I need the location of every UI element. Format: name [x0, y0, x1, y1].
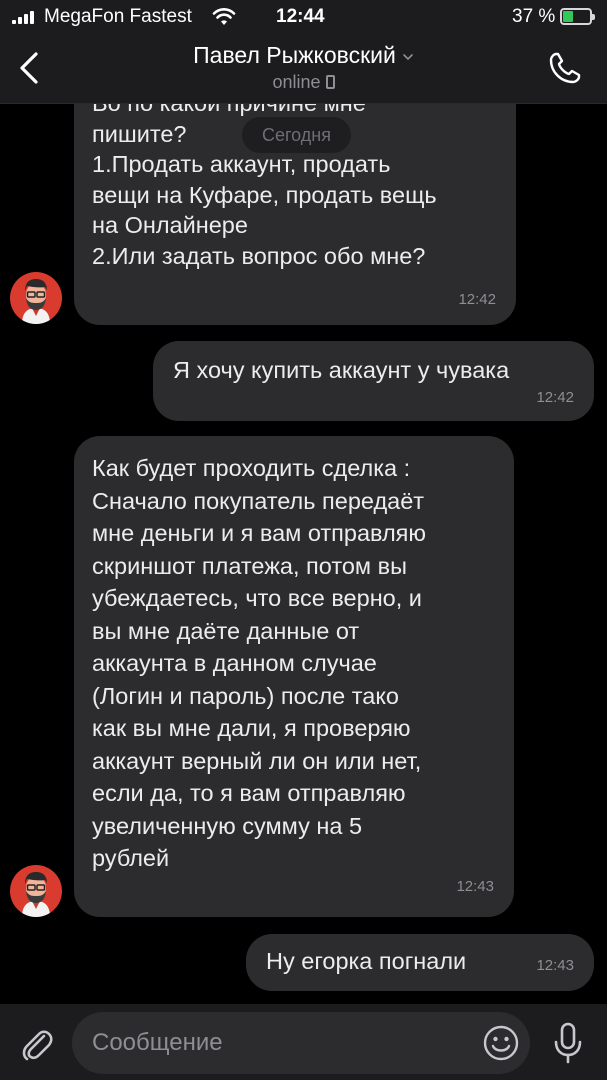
contact-name: Павел Рыжковский — [193, 42, 396, 68]
wifi-icon — [212, 8, 236, 25]
presence-label: online — [272, 72, 321, 92]
message-text: Как будет проходить сделка : Сначало пок… — [92, 455, 427, 871]
status-bar: MegaFon Fastest 12:44 37 % — [0, 0, 607, 34]
status-time: 12:44 — [276, 6, 325, 27]
message-bubble-outgoing[interactable]: Я хочу купить аккаунт у чувака 12:42 — [153, 341, 594, 421]
phone-call-button[interactable] — [545, 48, 585, 88]
message-time: 12:43 — [536, 956, 574, 974]
contact-name-button[interactable]: Павел Рыжковский — [0, 42, 607, 69]
chat-header: Павел Рыжковский online — [0, 34, 607, 104]
message-bubble-outgoing[interactable]: Ну егорка погнали 12:43 — [246, 934, 594, 991]
paperclip-icon[interactable] — [18, 1022, 54, 1062]
mobile-device-icon — [325, 75, 335, 89]
message-time: 12:42 — [458, 290, 496, 308]
message-time: 12:43 — [456, 877, 494, 895]
message-bubble-incoming[interactable]: Как будет проходить сделка : Сначало пок… — [74, 436, 514, 917]
contact-avatar[interactable] — [10, 272, 62, 324]
battery-icon — [560, 8, 595, 25]
battery-percentage: 37 % — [512, 6, 556, 27]
composer-bar — [0, 1004, 607, 1080]
message-input[interactable] — [72, 1012, 530, 1074]
date-separator: Сегодня — [242, 117, 351, 153]
contact-avatar[interactable] — [10, 865, 62, 917]
smiley-icon[interactable] — [482, 1024, 520, 1062]
avatar-illustration-icon — [22, 279, 50, 324]
avatar-illustration-icon — [22, 872, 50, 917]
chevron-down-icon — [403, 54, 413, 61]
message-text: Ну егорка погнали — [266, 948, 467, 974]
message-time: 12:42 — [536, 388, 574, 406]
carrier-name: MegaFon Fastest — [44, 6, 192, 27]
signal-strength-icon — [12, 11, 38, 24]
microphone-icon[interactable] — [552, 1022, 584, 1064]
message-text: Я хочу купить аккаунт у чувака — [173, 357, 510, 383]
message-list[interactable]: Во по какой причине мне пишите? 1.Продат… — [0, 104, 607, 1004]
presence-status: online — [0, 72, 607, 93]
